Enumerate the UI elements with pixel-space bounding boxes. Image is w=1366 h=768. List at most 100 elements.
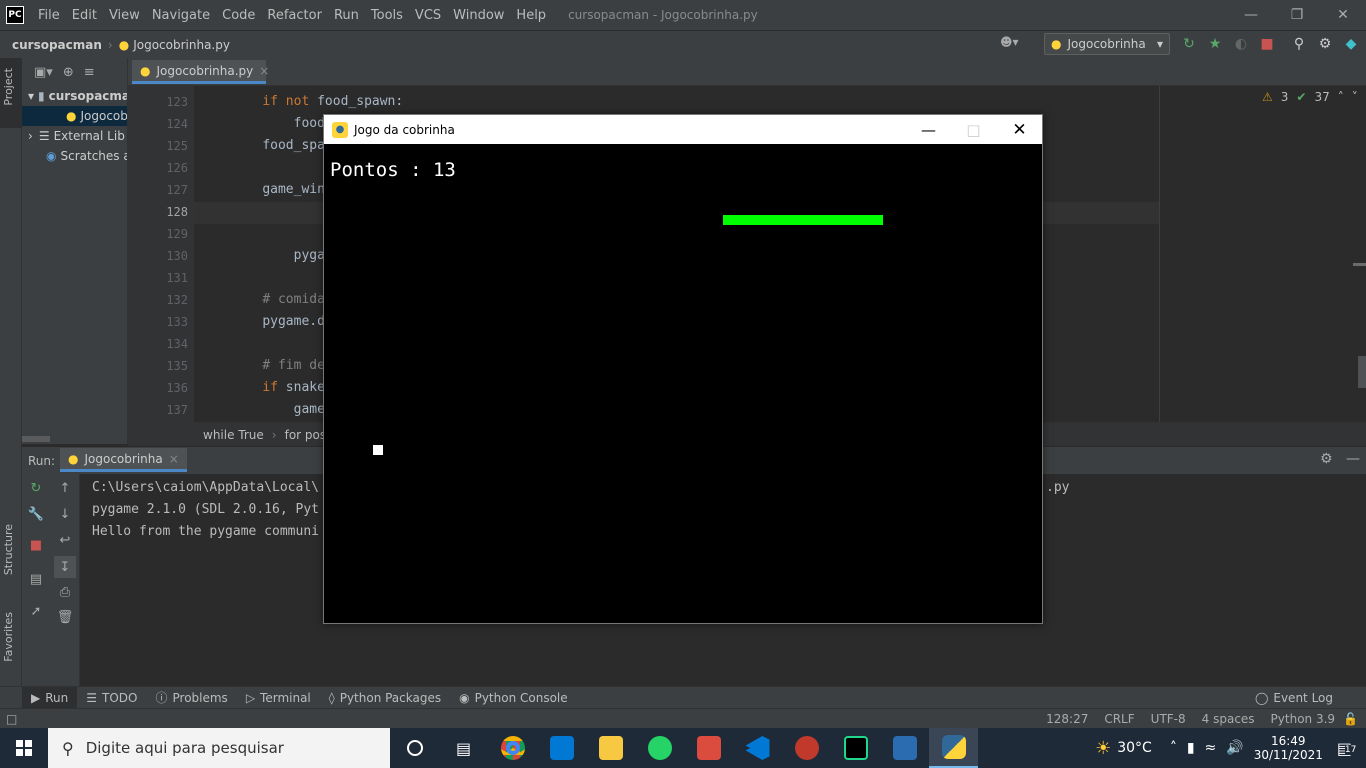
close-tab-icon[interactable]: ×	[169, 452, 179, 466]
volume-icon[interactable]: 🔊	[1226, 740, 1243, 756]
toolwindow-run[interactable]: ▶ Run	[22, 686, 78, 709]
toolwindow-python-console[interactable]: ◉ Python Console	[450, 687, 577, 709]
photos-icon[interactable]	[880, 728, 929, 768]
status-indent[interactable]: 4 spaces	[1194, 712, 1263, 726]
clock[interactable]: 16:49 30/11/2021	[1254, 734, 1323, 762]
pycharm-taskbar-icon[interactable]	[831, 728, 880, 768]
notification-icon[interactable]: ▤ 17	[1337, 739, 1357, 758]
battery-icon[interactable]: ▮	[1187, 740, 1195, 756]
windows-start-icon[interactable]	[0, 728, 48, 768]
coverage-icon[interactable]: ◐	[1232, 35, 1250, 53]
favorites-tab-label[interactable]: Favorites	[2, 612, 15, 662]
tree-item-external-libraries[interactable]: › ☰ External Lib	[22, 126, 127, 146]
game-window[interactable]: ● Jogo da cobrinha — □ ✕ Pontos : 13	[323, 114, 1043, 624]
breadcrumb-file[interactable]: Jogocobrinha.py	[133, 38, 230, 52]
user-icon[interactable]: ☻▾	[1000, 35, 1019, 49]
menu-view[interactable]: View	[103, 8, 146, 23]
toolwindow-terminal[interactable]: ▷ Terminal	[237, 687, 320, 709]
chrome-icon[interactable]	[488, 728, 537, 768]
taskbar-search-box[interactable]: ⚲ Digite aqui para pesquisar	[48, 728, 390, 768]
plugin-icon[interactable]: ◆	[1342, 35, 1360, 53]
window-icon[interactable]: ▣▾	[34, 65, 53, 80]
chevron-down-icon[interactable]: ˅	[1352, 90, 1358, 104]
menu-vcs[interactable]: VCS	[409, 8, 447, 23]
file-explorer-icon[interactable]	[586, 728, 635, 768]
weather-temp[interactable]: 30°C	[1117, 740, 1152, 756]
vertical-scrollbar[interactable]	[1358, 356, 1366, 388]
close-icon[interactable]: ✕	[1320, 0, 1366, 30]
chevron-up-icon[interactable]: ˄	[1338, 90, 1344, 104]
line-number: 133	[166, 315, 188, 329]
task-view-icon[interactable]: ▤	[439, 728, 488, 768]
minimize-icon[interactable]: —	[1228, 0, 1274, 30]
menu-window[interactable]: Window	[447, 8, 510, 23]
search-icon[interactable]: ⚲	[1290, 35, 1308, 53]
menu-help[interactable]: Help	[510, 8, 552, 23]
status-encoding[interactable]: UTF-8	[1143, 712, 1194, 726]
menu-tools[interactable]: Tools	[365, 8, 409, 23]
tree-item-file[interactable]: ● Jogocob	[22, 106, 127, 126]
soft-wrap-icon[interactable]: ↩	[56, 531, 74, 549]
debug-icon[interactable]: ★	[1206, 35, 1224, 53]
menu-run[interactable]: Run	[328, 8, 365, 23]
tree-item-project[interactable]: ▾ ▮ cursopacma	[22, 86, 127, 106]
menu-code[interactable]: Code	[216, 8, 261, 23]
weather-icon[interactable]: ☀	[1095, 738, 1111, 759]
arrow-up-icon[interactable]: ↑	[56, 479, 74, 497]
scroll-to-end-icon[interactable]: ↧	[54, 556, 76, 578]
pin-icon[interactable]: ➚	[27, 602, 45, 620]
trash-icon[interactable]: 🗑	[56, 608, 74, 626]
wifi-icon[interactable]: ≈	[1205, 740, 1217, 756]
layout-icon[interactable]: ▤	[27, 570, 45, 588]
project-tool-tab[interactable]: Project	[0, 58, 22, 128]
toolwindow-event-log[interactable]: ◯ Event Log	[1246, 687, 1342, 709]
chrome-profile-icon[interactable]	[782, 728, 831, 768]
close-icon[interactable]: ✕	[997, 115, 1042, 144]
rerun-icon[interactable]: ↻	[27, 479, 45, 497]
maximize-icon[interactable]: □	[951, 115, 996, 144]
collapse-icon[interactable]: ≡	[84, 65, 95, 80]
gear-icon[interactable]: ⚙	[1320, 451, 1333, 467]
menu-navigate[interactable]: Navigate	[146, 8, 216, 23]
todoist-icon[interactable]	[684, 728, 733, 768]
python-taskbar-icon[interactable]	[929, 728, 978, 768]
lock-icon[interactable]: 🔓	[1343, 712, 1366, 726]
stop-icon[interactable]: ■	[27, 536, 45, 554]
close-tab-icon[interactable]: ×	[259, 64, 269, 78]
tree-item-scratches[interactable]: ◉ Scratches ar	[22, 146, 127, 166]
run-tab[interactable]: ● Jogocobrinha ×	[60, 448, 187, 472]
toggle-panels-icon[interactable]: □	[6, 712, 17, 726]
toolwindow-python-packages[interactable]: ◊ Python Packages	[320, 687, 450, 709]
whatsapp-icon[interactable]	[635, 728, 684, 768]
hide-icon[interactable]: —	[1346, 451, 1360, 467]
editor-tab[interactable]: ● Jogocobrinha.py ×	[132, 60, 269, 84]
breadcrumb-while[interactable]: while True	[203, 428, 264, 442]
gear-icon[interactable]: ⚙	[1316, 35, 1334, 53]
vscode-icon[interactable]	[733, 728, 782, 768]
print-icon[interactable]: ⎙	[56, 583, 74, 601]
toolwindow-problems[interactable]: ⓘ Problems	[146, 687, 236, 709]
restore-icon[interactable]: ❐	[1274, 0, 1320, 30]
python-file-icon: ●	[140, 63, 151, 78]
run-configuration-select[interactable]: ● Jogocobrinha ▾	[1044, 33, 1170, 55]
minimize-icon[interactable]: —	[906, 115, 951, 144]
inspection-widget[interactable]: ⚠ 3 ✔ 37 ˄ ˅	[1262, 90, 1358, 104]
locate-icon[interactable]: ⊕	[63, 65, 74, 80]
toolwindow-todo[interactable]: ☰ TODO	[77, 687, 146, 709]
structure-tab-label[interactable]: Structure	[2, 524, 15, 575]
cortana-icon[interactable]	[390, 728, 439, 768]
wrench-icon[interactable]: 🔧	[27, 505, 45, 523]
stop-icon[interactable]: ■	[1258, 35, 1276, 53]
rerun-icon[interactable]: ↻	[1180, 35, 1198, 53]
status-interpreter[interactable]: Python 3.9	[1263, 712, 1344, 726]
chevron-up-icon[interactable]: ˄	[1170, 740, 1177, 756]
menu-edit[interactable]: Edit	[66, 8, 103, 23]
horizontal-scrollbar[interactable]	[22, 436, 50, 442]
status-line-separator[interactable]: CRLF	[1096, 712, 1142, 726]
menu-file[interactable]: File	[32, 8, 66, 23]
status-caret-position[interactable]: 128:27	[1038, 712, 1096, 726]
menu-refactor[interactable]: Refactor	[261, 8, 328, 23]
breadcrumb-project[interactable]: cursopacman	[12, 38, 102, 52]
mail-icon[interactable]	[537, 728, 586, 768]
arrow-down-icon[interactable]: ↓	[56, 505, 74, 523]
